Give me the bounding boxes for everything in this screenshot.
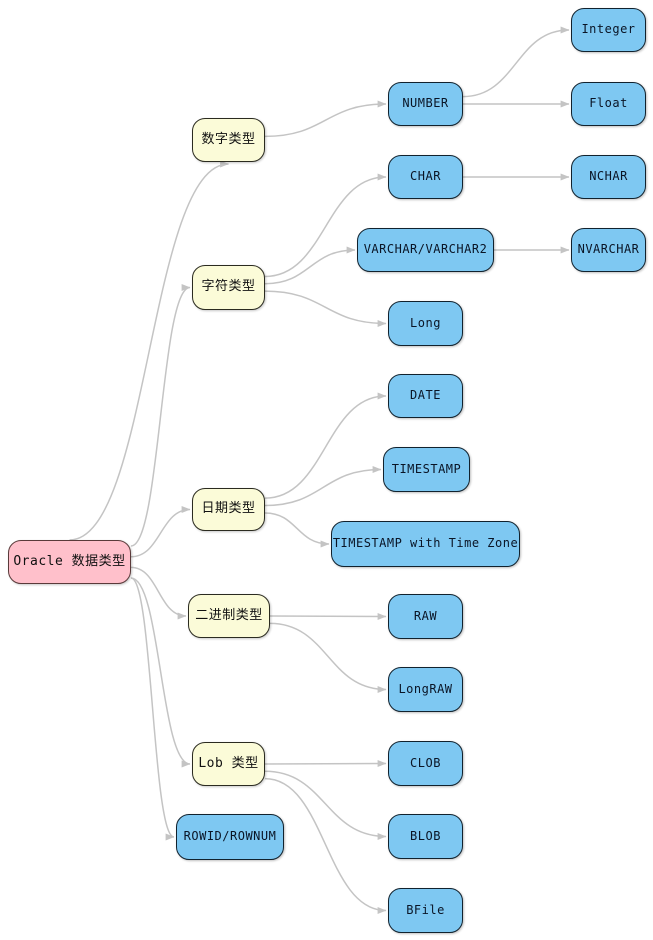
node-longraw[interactable]: LongRAW [388, 667, 463, 712]
edge-root-to-lobtype [130, 577, 191, 768]
node-label-chartype: 字符类型 [201, 279, 256, 295]
node-raw[interactable]: RAW [388, 594, 463, 639]
node-tswtz[interactable]: TIMESTAMP with Time Zone [331, 521, 520, 567]
node-label-float: Float [589, 96, 628, 111]
node-number[interactable]: NUMBER [388, 82, 463, 126]
oracle-datatypes-diagram: Oracle 数据类型 数字类型字符类型日期类型二进制类型 Lob 类型 NUMBER… [0, 0, 653, 940]
edge-number-to-integer [462, 26, 570, 98]
node-label-numtype: 数字类型 [201, 131, 256, 147]
node-nvarchar[interactable]: NVARCHAR [571, 228, 646, 272]
node-blob[interactable]: BLOB [388, 814, 463, 859]
node-datetype[interactable]: 日期类型 [192, 488, 265, 531]
node-label-longraw: LongRAW [398, 681, 453, 696]
node-integer[interactable]: Integer [571, 8, 646, 52]
node-long[interactable]: Long [388, 301, 463, 346]
edge-layer [69, 26, 570, 914]
node-label-bintype: 二进制类型 [195, 607, 263, 623]
node-label-blob: BLOB [410, 828, 441, 843]
edge-bintype-to-longraw [269, 622, 387, 693]
edge-paths [69, 26, 570, 914]
node-nchar[interactable]: NCHAR [571, 155, 646, 199]
node-numtype[interactable]: 数字类型 [192, 118, 265, 162]
node-bfile[interactable]: BFile [388, 888, 463, 933]
node-label-nvarchar: NVARCHAR [577, 242, 640, 257]
node-label-timestamp: TIMESTAMP [391, 461, 462, 476]
node-varchar[interactable]: VARCHAR/VARCHAR2 [357, 228, 494, 272]
node-bintype[interactable]: 二进制类型 [188, 594, 270, 638]
node-label-clob: CLOB [410, 755, 441, 770]
node-label-lobtype: Lob 类型 [198, 755, 259, 771]
edge-root-to-datetype [130, 506, 191, 558]
node-label-integer: Integer [581, 22, 636, 37]
node-label-tswtz: TIMESTAMP with Time Zone [332, 536, 519, 551]
edge-numtype-to-number [264, 100, 387, 138]
node-label-nchar: NCHAR [589, 169, 628, 184]
node-label-number: NUMBER [402, 96, 449, 111]
node-label-root: Oracle 数据类型 [13, 553, 126, 569]
node-label-rowid: ROWID/ROWNUM [183, 829, 277, 844]
node-label-raw: RAW [413, 608, 438, 623]
edge-root-to-rowid [130, 577, 175, 841]
node-timestamp[interactable]: TIMESTAMP [383, 447, 470, 492]
node-date[interactable]: DATE [388, 374, 463, 418]
edge-root-to-numtype [69, 160, 230, 541]
node-clob[interactable]: CLOB [388, 741, 463, 786]
node-rowid[interactable]: ROWID/ROWNUM [176, 814, 284, 860]
node-float[interactable]: Float [571, 82, 646, 126]
node-root[interactable]: Oracle 数据类型 [8, 540, 131, 584]
node-label-varchar: VARCHAR/VARCHAR2 [363, 242, 488, 257]
edge-datetype-to-date [264, 392, 387, 499]
edge-root-to-bintype [130, 566, 187, 620]
node-char[interactable]: CHAR [388, 155, 463, 199]
node-label-long: Long [410, 315, 441, 330]
edge-datetype-to-tswtz [264, 512, 330, 548]
node-chartype[interactable]: 字符类型 [192, 265, 265, 310]
node-label-datetype: 日期类型 [201, 501, 256, 517]
edge-chartype-to-long [264, 290, 387, 327]
node-lobtype[interactable]: Lob 类型 [192, 742, 265, 786]
node-label-date: DATE [410, 388, 441, 403]
node-label-char: CHAR [410, 169, 441, 184]
edge-root-to-chartype [130, 284, 191, 547]
node-label-bfile: BFile [406, 902, 445, 917]
edge-chartype-to-varchar [264, 246, 356, 285]
edge-datetype-to-timestamp [264, 466, 382, 507]
